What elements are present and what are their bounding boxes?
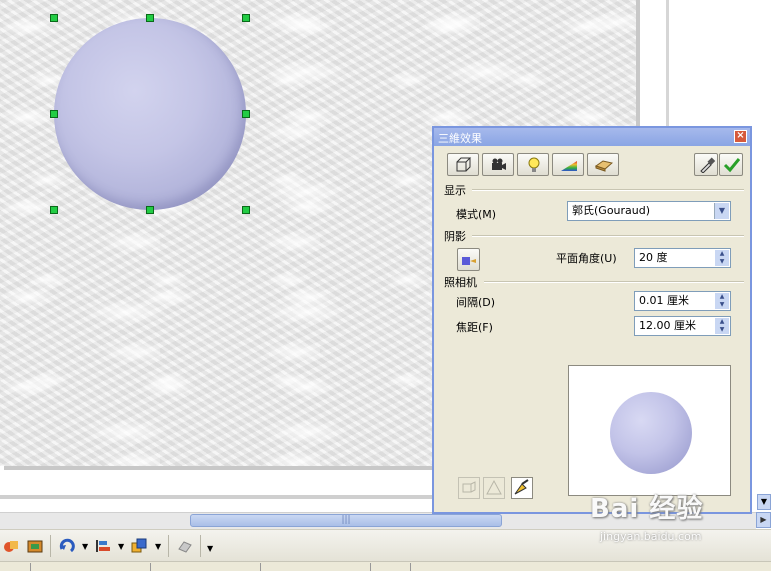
scroll-right-button[interactable]: ▶ — [756, 512, 771, 528]
align-icon[interactable] — [94, 537, 112, 555]
mode-label: 模式(M) — [456, 208, 497, 221]
chevron-down-icon[interactable]: ▼ — [207, 544, 213, 553]
spin-buttons[interactable]: ▲ ▼ — [715, 293, 729, 309]
perspective-icon[interactable] — [483, 477, 505, 499]
drawing-toolbar: ▼ ▼ ▼ ▼ — [0, 529, 771, 562]
focal-spinner[interactable]: 12.00 厘米 ▲ ▼ — [634, 316, 731, 336]
eyedropper-icon[interactable] — [694, 153, 718, 176]
selection-handle[interactable] — [242, 110, 250, 118]
distance-value: 0.01 厘米 — [639, 294, 689, 307]
chevron-down-icon[interactable]: ▼ — [715, 258, 729, 266]
rotate-icon[interactable] — [58, 537, 76, 555]
chevron-up-icon[interactable]: ▲ — [715, 250, 729, 258]
image-icon[interactable] — [26, 537, 44, 555]
distance-label: 间隔(D) — [456, 296, 496, 309]
section-divider — [472, 189, 744, 191]
shadow-toggle-icon[interactable] — [457, 248, 480, 271]
chevron-down-icon[interactable]: ▼ — [155, 542, 161, 551]
arrange-icon[interactable] — [130, 537, 148, 555]
light-bulb-icon[interactable] — [517, 153, 549, 176]
focal-label: 焦距(F) — [456, 321, 493, 334]
chevron-up-icon[interactable]: ▲ — [715, 293, 729, 301]
section-camera: 照相机 — [444, 276, 477, 289]
plane-angle-value: 20 度 — [639, 251, 668, 264]
section-divider — [472, 235, 744, 237]
apply-check-icon[interactable] — [719, 153, 743, 176]
chevron-down-icon[interactable]: ▼ — [82, 542, 88, 551]
3d-preview[interactable] — [568, 365, 731, 496]
preview-sphere — [610, 392, 692, 474]
assign-icon[interactable] — [511, 477, 533, 499]
selection-handle[interactable] — [50, 206, 58, 214]
plane-angle-label: 平面角度(U) — [556, 252, 617, 265]
3d-effects-dialog: 三維效果 × 显示 模式(M) 郭氏(Gouraud) ▼ 阴影 平面角度(U)… — [432, 126, 752, 514]
selection-handle[interactable] — [50, 110, 58, 118]
section-display: 显示 — [444, 184, 466, 197]
shapes-icon[interactable] — [2, 537, 20, 555]
toolbar-separator — [50, 535, 51, 557]
texture-icon[interactable] — [552, 153, 584, 176]
selection-handle[interactable] — [146, 14, 154, 22]
scrollbar-thumb[interactable]: ||| — [190, 514, 502, 527]
chevron-down-icon[interactable]: ▼ — [118, 542, 124, 551]
section-shading: 阴影 — [444, 230, 466, 243]
chevron-down-icon[interactable]: ▼ — [714, 203, 729, 219]
toolbar-separator — [168, 535, 169, 557]
spin-buttons[interactable]: ▲ ▼ — [715, 250, 729, 266]
toolbar-separator — [200, 535, 201, 557]
spin-buttons[interactable]: ▲ ▼ — [715, 318, 729, 334]
extrusion-icon[interactable] — [176, 537, 194, 555]
distance-spinner[interactable]: 0.01 厘米 ▲ ▼ — [634, 291, 731, 311]
chevron-up-icon[interactable]: ▲ — [715, 318, 729, 326]
camera-icon[interactable] — [482, 153, 514, 176]
mode-select[interactable]: 郭氏(Gouraud) ▼ — [567, 201, 731, 221]
scroll-down-button[interactable]: ▼ — [757, 494, 771, 510]
plane-angle-spinner[interactable]: 20 度 ▲ ▼ — [634, 248, 731, 268]
focal-value: 12.00 厘米 — [639, 319, 696, 332]
material-icon[interactable] — [587, 153, 619, 176]
selection-handle[interactable] — [242, 14, 250, 22]
mode-value: 郭氏(Gouraud) — [572, 204, 651, 217]
selection-handle[interactable] — [242, 206, 250, 214]
dialog-title: 三維效果 — [438, 132, 482, 145]
selection-handle[interactable] — [146, 206, 154, 214]
selection-handle[interactable] — [50, 14, 58, 22]
section-divider — [484, 281, 744, 283]
geometry-icon[interactable] — [447, 153, 479, 176]
horizontal-scrollbar[interactable]: ||| — [0, 512, 756, 529]
convert-3d-icon[interactable] — [458, 477, 480, 499]
dialog-title-bar[interactable]: 三維效果 × — [434, 128, 750, 146]
selected-sphere-shape[interactable] — [54, 18, 246, 210]
close-icon[interactable]: × — [734, 130, 747, 143]
chevron-down-icon[interactable]: ▼ — [715, 326, 729, 334]
chevron-down-icon[interactable]: ▼ — [715, 301, 729, 309]
